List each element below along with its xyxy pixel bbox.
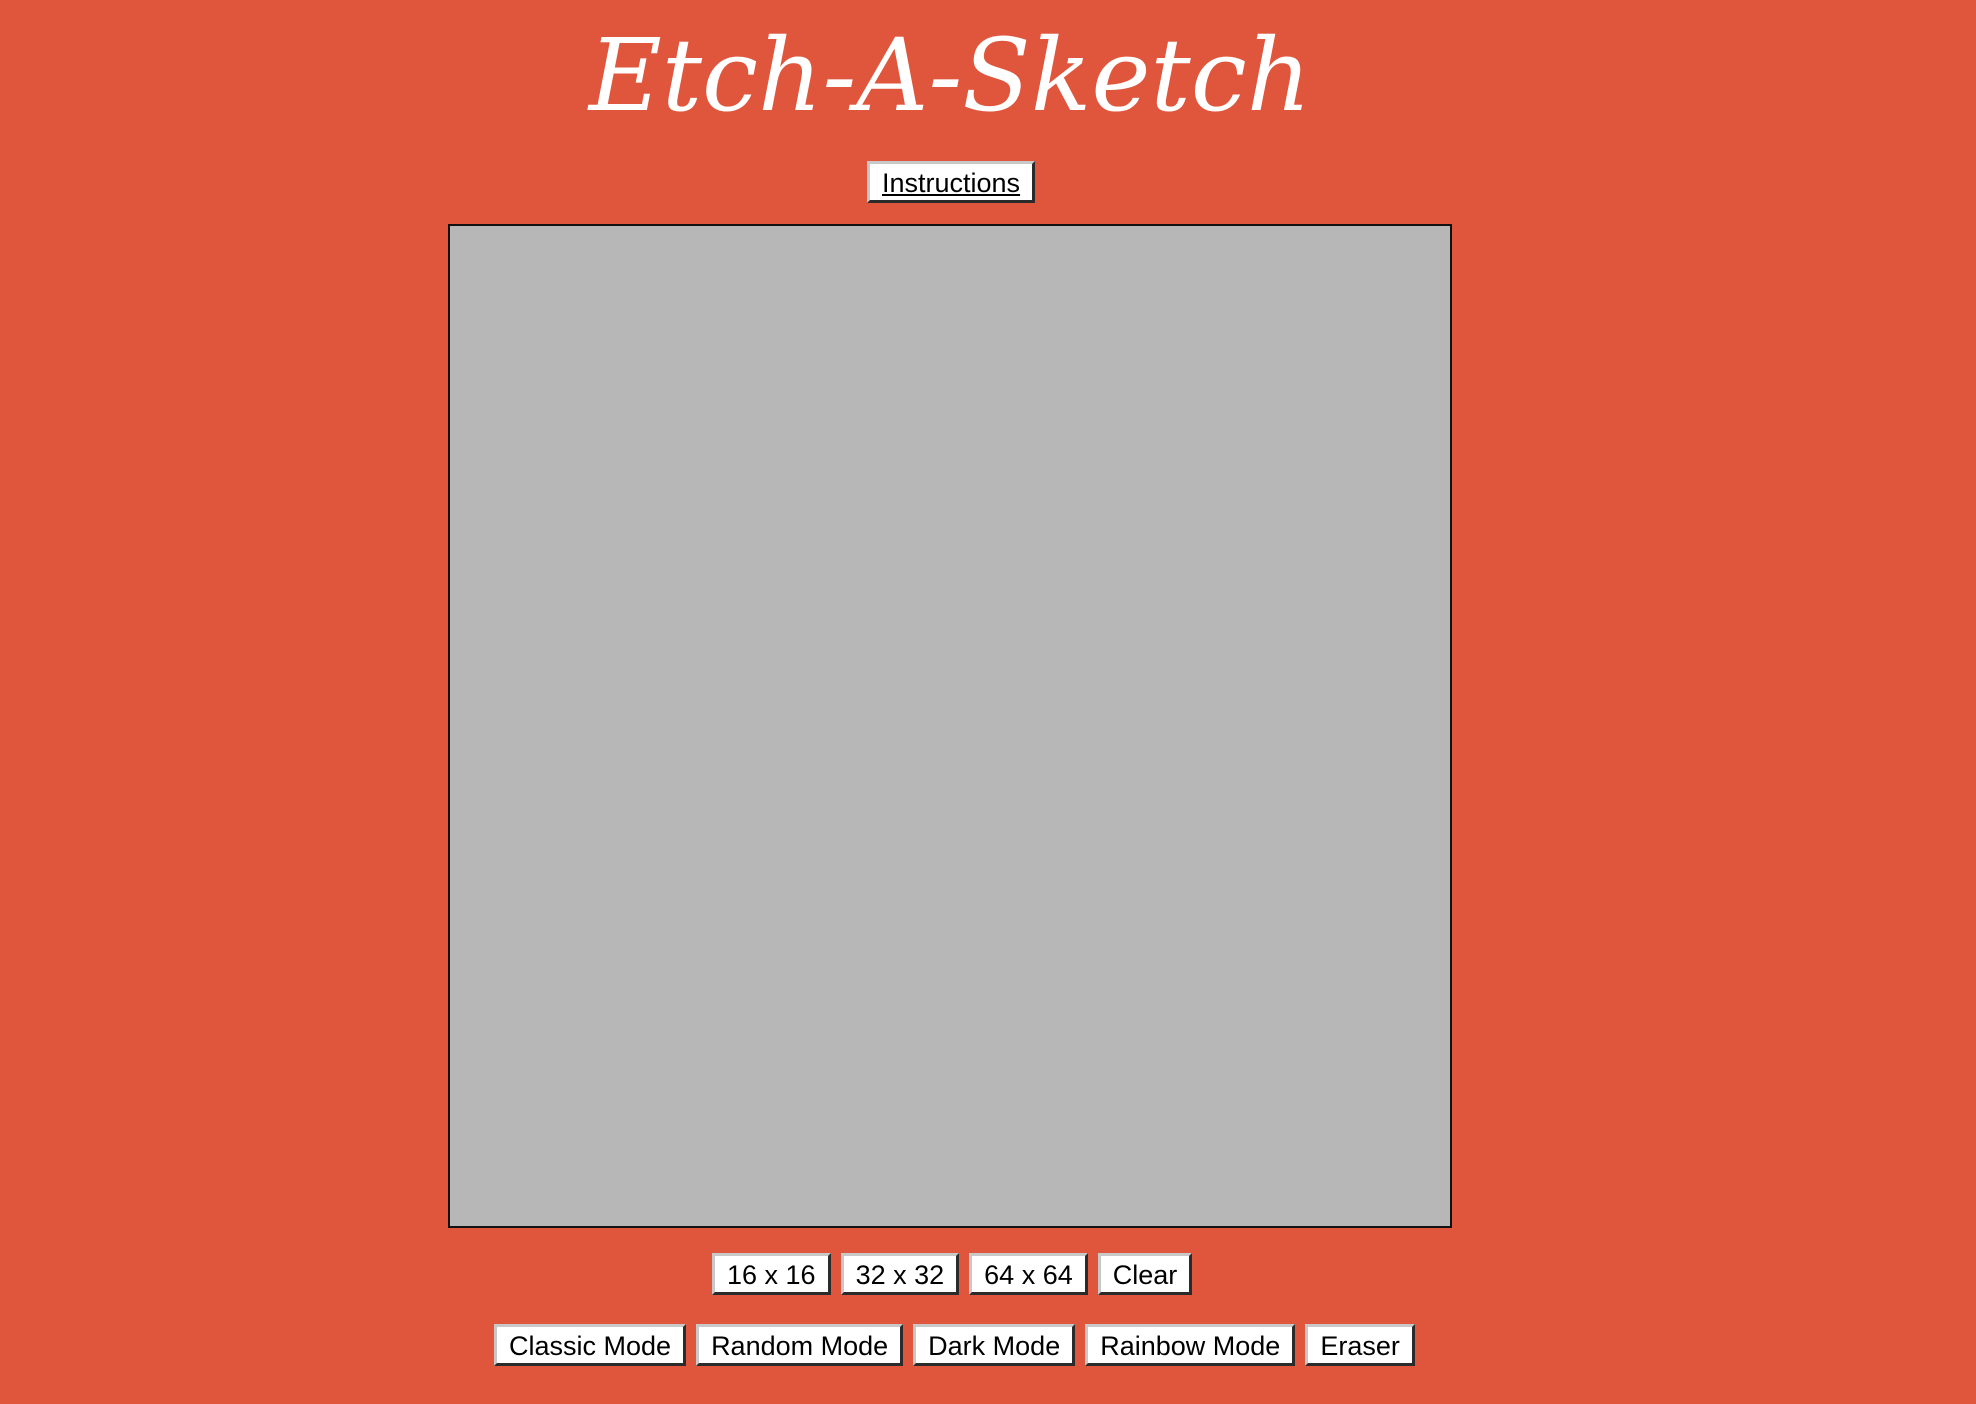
instructions-container: Instructions	[867, 161, 1036, 203]
random-mode-button[interactable]: Random Mode	[696, 1324, 904, 1366]
eraser-button[interactable]: Eraser	[1305, 1324, 1415, 1366]
grid-32-button[interactable]: 32 x 32	[840, 1253, 960, 1295]
mode-controls: Classic Mode Random Mode Dark Mode Rainb…	[494, 1324, 1415, 1366]
sketch-canvas[interactable]	[448, 224, 1452, 1228]
clear-button[interactable]: Clear	[1097, 1253, 1193, 1295]
grid-size-controls: 16 x 16 32 x 32 64 x 64 Clear	[712, 1253, 1193, 1295]
instructions-button[interactable]: Instructions	[867, 161, 1036, 203]
classic-mode-button[interactable]: Classic Mode	[494, 1324, 687, 1366]
dark-mode-button[interactable]: Dark Mode	[913, 1324, 1076, 1366]
grid-64-button[interactable]: 64 x 64	[969, 1253, 1088, 1295]
page: Etch-A-Sketch Instructions 16 x 16 32 x …	[0, 0, 1976, 1404]
rainbow-mode-button[interactable]: Rainbow Mode	[1085, 1324, 1296, 1366]
page-title: Etch-A-Sketch	[588, 17, 1312, 134]
grid-16-button[interactable]: 16 x 16	[712, 1253, 831, 1295]
